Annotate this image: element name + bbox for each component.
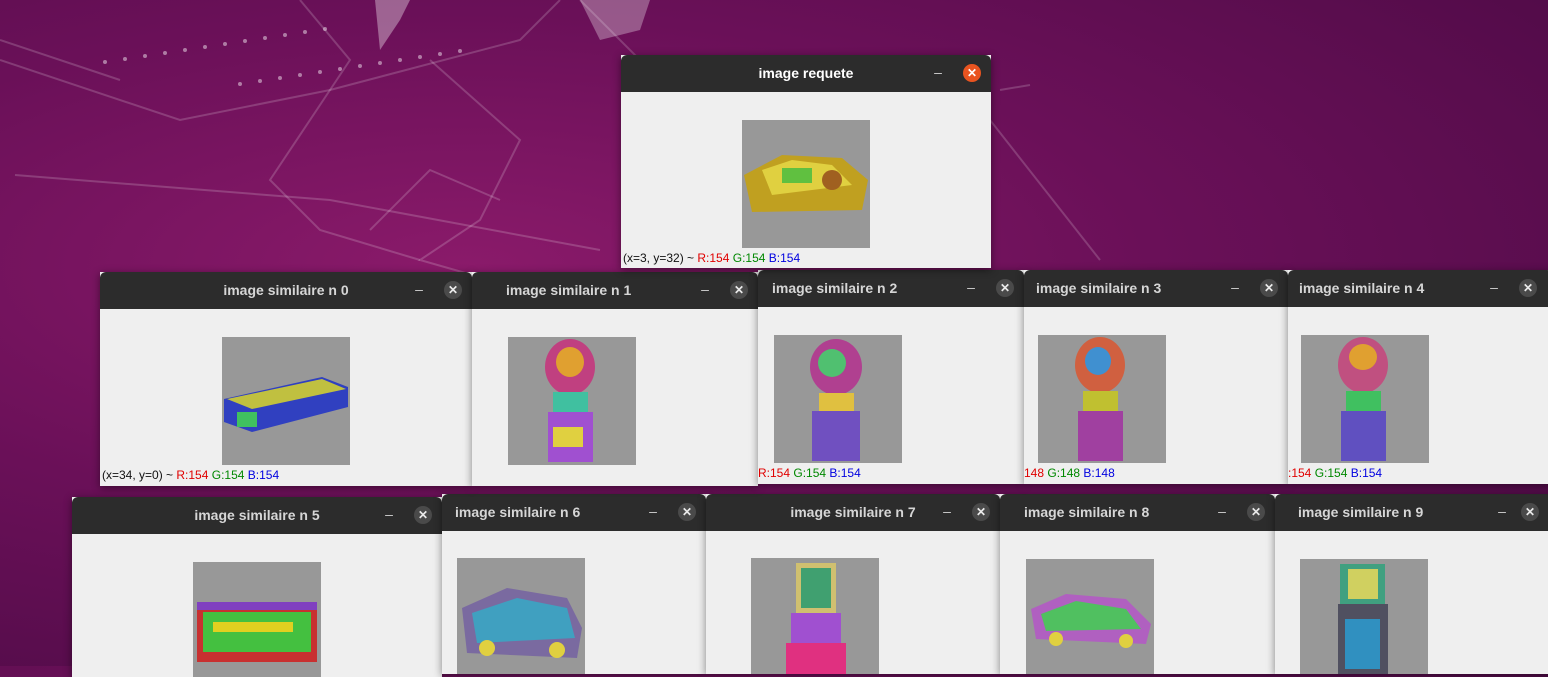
image-view[interactable]: [1026, 559, 1154, 674]
image-content: [744, 155, 868, 212]
blue-value: B:154: [768, 251, 801, 265]
titlebar[interactable]: image similaire n 5 – ✕: [72, 497, 442, 534]
image-view[interactable]: [193, 562, 321, 677]
image-view[interactable]: [508, 337, 636, 465]
close-icon[interactable]: ✕: [730, 281, 748, 299]
blue-value: B:154: [247, 468, 280, 482]
cursor-coords: (x=34, y=0) ~: [102, 468, 177, 482]
window-query-image[interactable]: image requete – ✕ (x=3, y=32) ~ R:154 G:…: [621, 55, 991, 268]
image-content: [1031, 594, 1151, 648]
titlebar[interactable]: image similaire n 3 – ✕: [1024, 270, 1288, 307]
window-similar-8[interactable]: image similaire n 8 – ✕: [1000, 494, 1275, 674]
minimize-icon[interactable]: –: [696, 281, 714, 299]
green-value: G:154: [211, 468, 245, 482]
window-similar-1[interactable]: image similaire n 1 – ✕: [472, 272, 758, 486]
close-icon[interactable]: ✕: [678, 503, 696, 521]
red-value: R:154: [176, 468, 209, 482]
red-value: R:154: [697, 251, 730, 265]
image-view[interactable]: [774, 335, 902, 463]
minimize-icon[interactable]: –: [380, 506, 398, 524]
titlebar[interactable]: image requete – ✕: [621, 55, 991, 92]
minimize-icon[interactable]: –: [1493, 503, 1511, 521]
pixel-status-bar: (x=34, y=0) ~ R:154 G:154 B:154: [102, 468, 279, 482]
close-icon[interactable]: ✕: [1260, 279, 1278, 297]
image-content: [1075, 337, 1125, 461]
window-similar-4[interactable]: image similaire n 4 – ✕ :154 G:154 B:154: [1288, 270, 1548, 484]
image-content: [1338, 564, 1388, 674]
green-value: G:154: [1314, 466, 1348, 480]
minimize-icon[interactable]: –: [1485, 279, 1503, 297]
close-icon[interactable]: ✕: [1521, 503, 1539, 521]
minimize-icon[interactable]: –: [929, 64, 947, 82]
close-icon[interactable]: ✕: [963, 64, 981, 82]
close-icon[interactable]: ✕: [996, 279, 1014, 297]
image-view[interactable]: [1301, 335, 1429, 463]
window-similar-2[interactable]: image similaire n 2 – ✕ R:154 G:154 B:15…: [758, 270, 1024, 484]
image-view[interactable]: [457, 558, 585, 674]
image-content: [545, 339, 595, 462]
window-similar-0[interactable]: image similaire n 0 – ✕ (x=34, y=0) ~ R:…: [100, 272, 472, 486]
window-similar-5[interactable]: image similaire n 5 – ✕: [72, 497, 442, 677]
blue-value: B:154: [1350, 466, 1383, 480]
image-content: [197, 602, 317, 662]
pixel-status-bar: R:154 G:154 B:154: [758, 466, 861, 480]
image-content: [810, 339, 862, 461]
window-title: image similaire n 4: [1299, 280, 1425, 296]
pixel-status-bar: (x=3, y=32) ~ R:154 G:154 B:154: [623, 251, 800, 265]
titlebar[interactable]: image similaire n 9 – ✕: [1275, 494, 1548, 531]
window-title: image similaire n 3: [1036, 280, 1162, 296]
image-content: [462, 588, 582, 658]
window-title: image similaire n 1: [506, 282, 632, 298]
close-icon[interactable]: ✕: [444, 281, 462, 299]
titlebar[interactable]: image similaire n 7 – ✕: [706, 494, 1000, 531]
window-similar-9[interactable]: image similaire n 9 – ✕: [1275, 494, 1548, 674]
green-value: G:154: [793, 466, 827, 480]
titlebar[interactable]: image similaire n 1 – ✕: [472, 272, 758, 309]
close-icon[interactable]: ✕: [414, 506, 432, 524]
green-value: G:148: [1047, 466, 1081, 480]
image-view[interactable]: [222, 337, 350, 465]
window-similar-7[interactable]: image similaire n 7 – ✕: [706, 494, 1000, 674]
image-view[interactable]: [742, 120, 870, 248]
titlebar[interactable]: image similaire n 4 – ✕: [1288, 270, 1548, 307]
blue-value: B:148: [1083, 466, 1115, 480]
window-title: image similaire n 2: [772, 280, 898, 296]
image-content: [224, 377, 348, 432]
image-view[interactable]: [1300, 559, 1428, 674]
pixel-status-bar: 148 G:148 B:148: [1024, 466, 1115, 480]
pixel-status-bar: :154 G:154 B:154: [1288, 466, 1382, 480]
close-icon[interactable]: ✕: [1247, 503, 1265, 521]
minimize-icon[interactable]: –: [410, 281, 428, 299]
close-icon[interactable]: ✕: [1519, 279, 1537, 297]
image-view[interactable]: [1038, 335, 1166, 463]
titlebar[interactable]: image similaire n 8 – ✕: [1000, 494, 1275, 531]
image-content: [1338, 337, 1388, 461]
cursor-coords: (x=3, y=32) ~: [623, 251, 698, 265]
window-similar-3[interactable]: image similaire n 3 – ✕ 148 G:148 B:148: [1024, 270, 1288, 484]
minimize-icon[interactable]: –: [1226, 279, 1244, 297]
image-content: [786, 563, 846, 674]
minimize-icon[interactable]: –: [938, 503, 956, 521]
titlebar[interactable]: image similaire n 6 – ✕: [442, 494, 706, 531]
window-similar-6[interactable]: image similaire n 6 – ✕: [442, 494, 706, 674]
red-value: 148: [1024, 466, 1045, 480]
minimize-icon[interactable]: –: [1213, 503, 1231, 521]
red-value: R:154: [758, 466, 791, 480]
titlebar[interactable]: image similaire n 0 – ✕: [100, 272, 472, 309]
image-view[interactable]: [751, 558, 879, 674]
red-value: :154: [1288, 466, 1312, 480]
blue-value: B:154: [829, 466, 861, 480]
close-icon[interactable]: ✕: [972, 503, 990, 521]
green-value: G:154: [732, 251, 766, 265]
minimize-icon[interactable]: –: [644, 503, 662, 521]
titlebar[interactable]: image similaire n 2 – ✕: [758, 270, 1024, 307]
window-title: image similaire n 6: [455, 504, 581, 520]
minimize-icon[interactable]: –: [962, 279, 980, 297]
window-title: image similaire n 8: [1024, 504, 1150, 520]
